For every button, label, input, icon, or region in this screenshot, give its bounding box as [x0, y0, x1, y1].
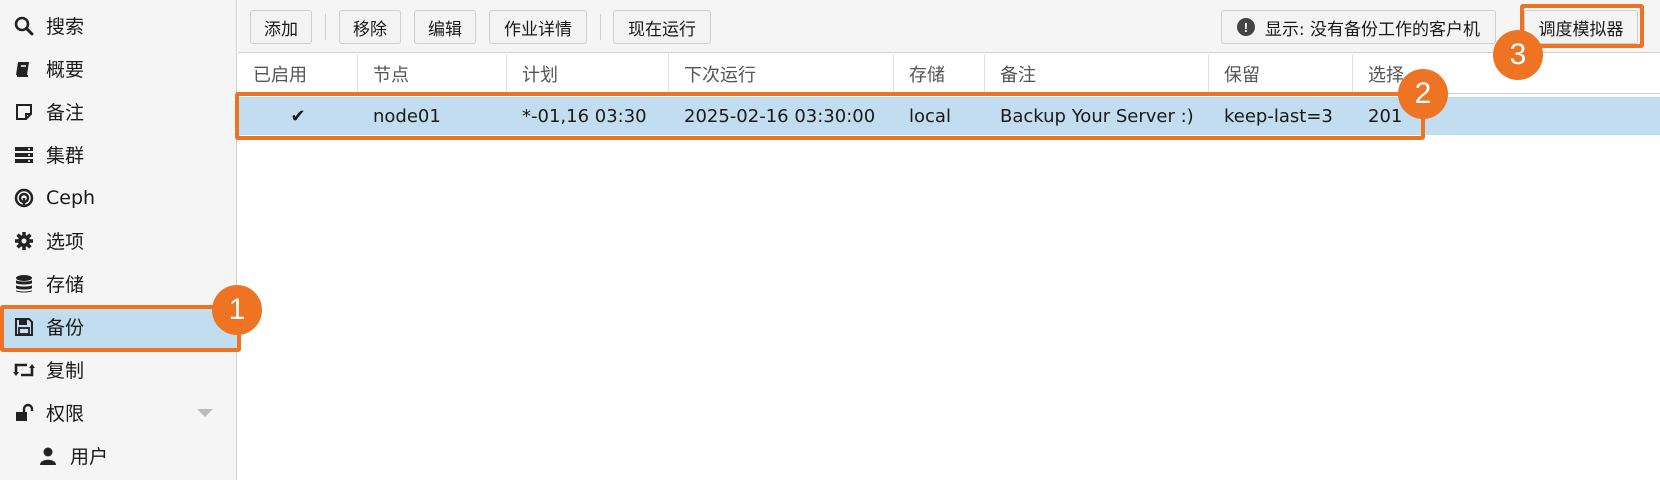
- show-not-backed-up-button[interactable]: ! 显示: 没有备份工作的客户机: [1221, 10, 1496, 44]
- enabled-check-icon: ✔: [290, 105, 306, 127]
- chevron-down-icon[interactable]: [197, 409, 213, 417]
- gear-icon: [13, 230, 35, 252]
- user-icon: [37, 445, 59, 467]
- add-button[interactable]: 添加: [250, 10, 312, 44]
- sidebar-item-summary[interactable]: 概要: [0, 47, 237, 90]
- sidebar: 搜索 概要 备注 集群 Ceph 选项 存储 备份 复制 权限 用户: [0, 0, 237, 480]
- sidebar-item-label: Ceph: [46, 186, 96, 209]
- toolbar: 添加 移除 编辑 作业详情 现在运行 ! 显示: 没有备份工作的客户机 调度模拟…: [238, 0, 1660, 53]
- sidebar-item-label: 存储: [46, 274, 85, 296]
- toolbar-separator: [600, 14, 601, 40]
- sidebar-item-label: 权限: [46, 403, 85, 425]
- book-icon: [13, 58, 35, 80]
- table-row[interactable]: ✔ node01 *-01,16 03:30 2025-02-16 03:30:…: [238, 97, 1660, 135]
- sidebar-item-label: 搜索: [46, 16, 85, 38]
- annotation-badge-1: 1: [212, 285, 262, 335]
- sidebar-item-storage[interactable]: 存储: [0, 262, 237, 305]
- cell-comment: Backup Your Server :): [1000, 105, 1194, 127]
- toolbar-separator: [325, 14, 326, 40]
- job-detail-button[interactable]: 作业详情: [489, 10, 587, 44]
- sidebar-item-backup[interactable]: 备份: [0, 305, 237, 348]
- sidebar-item-users[interactable]: 用户: [0, 434, 237, 477]
- annotation-badge-2: 2: [1398, 69, 1448, 119]
- run-now-button[interactable]: 现在运行: [613, 10, 711, 44]
- unlock-icon: [13, 402, 35, 424]
- ceph-icon: [13, 187, 35, 209]
- remove-button[interactable]: 移除: [339, 10, 401, 44]
- column-header-enabled[interactable]: 已启用: [238, 54, 358, 94]
- cell-schedule: *-01,16 03:30: [522, 105, 647, 127]
- column-header-comment[interactable]: 备注: [985, 54, 1209, 94]
- sidebar-item-notes[interactable]: 备注: [0, 90, 237, 133]
- column-header-storage[interactable]: 存储: [894, 54, 985, 94]
- sidebar-item-label: 用户: [70, 446, 109, 468]
- cell-retention: keep-last=3: [1224, 105, 1333, 127]
- cell-node: node01: [373, 105, 441, 127]
- sidebar-item-label: 备份: [46, 317, 85, 339]
- edit-button[interactable]: 编辑: [414, 10, 476, 44]
- cell-next-run: 2025-02-16 03:30:00: [684, 105, 876, 127]
- sidebar-item-label: 备注: [46, 102, 85, 124]
- sidebar-item-label: 概要: [46, 59, 85, 81]
- sidebar-item-label: 集群: [46, 145, 85, 167]
- grid-body: ✔ node01 *-01,16 03:30 2025-02-16 03:30:…: [238, 95, 1660, 480]
- sidebar-item-cluster[interactable]: 集群: [0, 133, 237, 176]
- column-header-node[interactable]: 节点: [358, 54, 507, 94]
- sidebar-item-options[interactable]: 选项: [0, 219, 237, 262]
- search-icon: [13, 15, 35, 37]
- floppy-icon: [13, 316, 35, 338]
- note-icon: [13, 101, 35, 123]
- database-icon: [13, 273, 35, 295]
- column-header-retention[interactable]: 保留: [1209, 54, 1353, 94]
- sidebar-item-permissions[interactable]: 权限: [0, 391, 237, 434]
- schedule-simulator-button[interactable]: 调度模拟器: [1524, 10, 1638, 44]
- retweet-icon: [13, 359, 35, 381]
- column-header-next-run[interactable]: 下次运行: [669, 54, 894, 94]
- column-header-schedule[interactable]: 计划: [507, 54, 669, 94]
- cell-storage: local: [909, 105, 951, 127]
- show-not-backed-up-label: 显示: 没有备份工作的客户机: [1264, 19, 1481, 40]
- sidebar-item-replication[interactable]: 复制: [0, 348, 237, 391]
- sidebar-item-search[interactable]: 搜索: [0, 4, 237, 47]
- annotation-badge-3: 3: [1493, 30, 1543, 80]
- sidebar-item-label: 复制: [46, 360, 85, 382]
- exclamation-circle-icon: !: [1236, 18, 1255, 36]
- server-icon: [13, 144, 35, 166]
- sidebar-item-ceph[interactable]: Ceph: [0, 176, 237, 219]
- sidebar-item-label: 选项: [46, 231, 85, 253]
